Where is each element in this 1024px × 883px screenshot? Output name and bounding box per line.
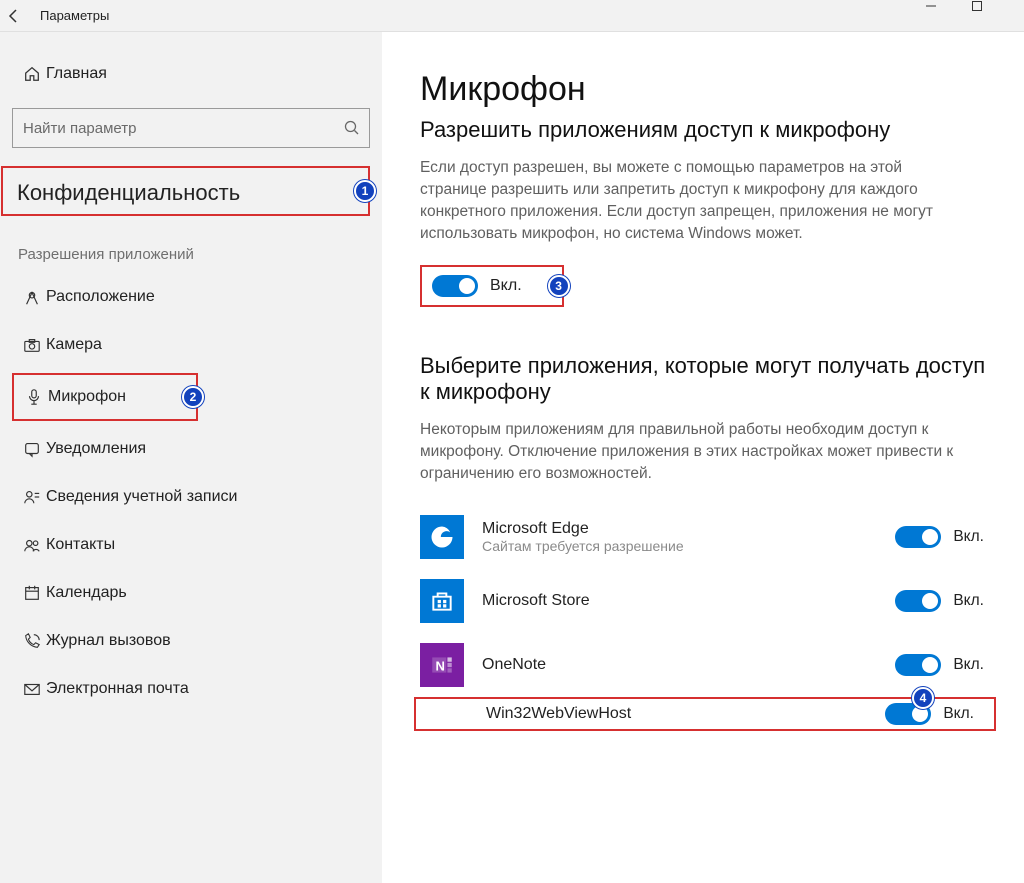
call-history-icon <box>18 632 46 650</box>
titlebar: Параметры <box>0 0 1024 32</box>
content-area: Главная Конфиденциальность 1 Разрешения … <box>0 32 1024 883</box>
back-button[interactable] <box>6 8 34 24</box>
sidebar-item-label: Камера <box>46 336 102 354</box>
category-label: Конфиденциальность <box>11 170 360 212</box>
allow-apps-description: Если доступ разрешен, вы можете с помощь… <box>420 157 960 245</box>
annotation-badge-4: 4 <box>912 687 934 709</box>
sidebar-item-call-history[interactable]: Журнал вызовов <box>0 617 382 665</box>
sidebar-group-title: Разрешения приложений <box>0 236 382 273</box>
choose-apps-heading: Выберите приложения, которые могут получ… <box>420 353 996 405</box>
camera-icon <box>18 336 46 354</box>
choose-apps-description: Некоторым приложениям для правильной раб… <box>420 419 960 485</box>
sidebar-item-camera[interactable]: Камера <box>0 321 382 369</box>
app-row-store: Microsoft Store Вкл. <box>420 569 996 633</box>
app-name: OneNote <box>482 656 895 674</box>
sidebar-item-account-info[interactable]: Сведения учетной записи <box>0 473 382 521</box>
sidebar-item-label: Расположение <box>46 288 155 306</box>
app-name: Microsoft Edge <box>482 520 895 538</box>
app-toggle-edge[interactable] <box>895 526 941 548</box>
calendar-icon <box>18 584 46 602</box>
allow-apps-toggle-row: Вкл. 3 <box>420 265 564 307</box>
annotation-badge-2: 2 <box>182 386 204 408</box>
window-title: Параметры <box>34 8 109 23</box>
sidebar-item-calendar[interactable]: Календарь <box>0 569 382 617</box>
page-title: Микрофон <box>420 70 996 109</box>
account-icon <box>18 488 46 506</box>
svg-text:N: N <box>436 658 445 673</box>
app-name: Microsoft Store <box>482 592 895 610</box>
sidebar-item-email[interactable]: Электронная почта <box>0 665 382 713</box>
sidebar-item-label: Контакты <box>46 536 115 554</box>
sidebar-category-privacy[interactable]: Конфиденциальность 1 <box>1 166 370 216</box>
sidebar-item-contacts[interactable]: Контакты <box>0 521 382 569</box>
app-name: Win32WebViewHost <box>486 705 885 723</box>
app-list: Microsoft Edge Сайтам требуется разрешен… <box>420 505 996 731</box>
main-panel: Микрофон Разрешить приложениям доступ к … <box>382 32 1024 883</box>
notifications-icon <box>18 440 46 458</box>
sidebar-home[interactable]: Главная <box>0 50 382 98</box>
app-toggle-store[interactable] <box>895 590 941 612</box>
sidebar: Главная Конфиденциальность 1 Разрешения … <box>0 32 382 883</box>
sidebar-item-label: Электронная почта <box>46 680 189 698</box>
sidebar-item-label: Сведения учетной записи <box>46 488 237 506</box>
app-toggle-label: Вкл. <box>953 656 984 674</box>
microphone-icon <box>20 388 48 406</box>
app-row-edge: Microsoft Edge Сайтам требуется разрешен… <box>420 505 996 569</box>
app-toggle-label: Вкл. <box>953 592 984 610</box>
onenote-icon: N <box>420 643 464 687</box>
minimize-button[interactable] <box>926 1 972 31</box>
sidebar-home-label: Главная <box>46 65 107 83</box>
sidebar-item-microphone[interactable]: Микрофон 2 <box>12 373 198 421</box>
app-toggle-onenote[interactable] <box>895 654 941 676</box>
annotation-badge-3: 3 <box>548 275 570 297</box>
sidebar-item-label: Уведомления <box>46 440 146 458</box>
sidebar-item-label: Микрофон <box>48 388 126 406</box>
app-row-onenote: N OneNote Вкл. <box>420 633 996 697</box>
sidebar-item-location[interactable]: Расположение <box>0 273 382 321</box>
app-row-win32webviewhost: Win32WebViewHost Вкл. 4 <box>414 697 996 731</box>
allow-apps-toggle-label: Вкл. <box>490 277 522 295</box>
location-icon <box>18 288 46 306</box>
sidebar-item-label: Календарь <box>46 584 127 602</box>
allow-apps-toggle[interactable] <box>432 275 478 297</box>
search-input[interactable] <box>12 108 370 148</box>
email-icon <box>18 680 46 698</box>
sidebar-item-label: Журнал вызовов <box>46 632 171 650</box>
app-sub: Сайтам требуется разрешение <box>482 538 895 554</box>
search-icon <box>344 120 360 136</box>
maximize-button[interactable] <box>972 1 1018 31</box>
sidebar-item-notifications[interactable]: Уведомления <box>0 425 382 473</box>
edge-icon <box>420 515 464 559</box>
search-box[interactable] <box>12 108 370 148</box>
home-icon <box>18 65 46 83</box>
app-toggle-label: Вкл. <box>953 528 984 546</box>
contacts-icon <box>18 536 46 554</box>
annotation-badge-1: 1 <box>354 180 376 202</box>
settings-window: Параметры Главная <box>0 0 1024 883</box>
store-icon <box>420 579 464 623</box>
allow-apps-heading: Разрешить приложениям доступ к микрофону <box>420 117 996 143</box>
app-toggle-label: Вкл. <box>943 705 974 723</box>
